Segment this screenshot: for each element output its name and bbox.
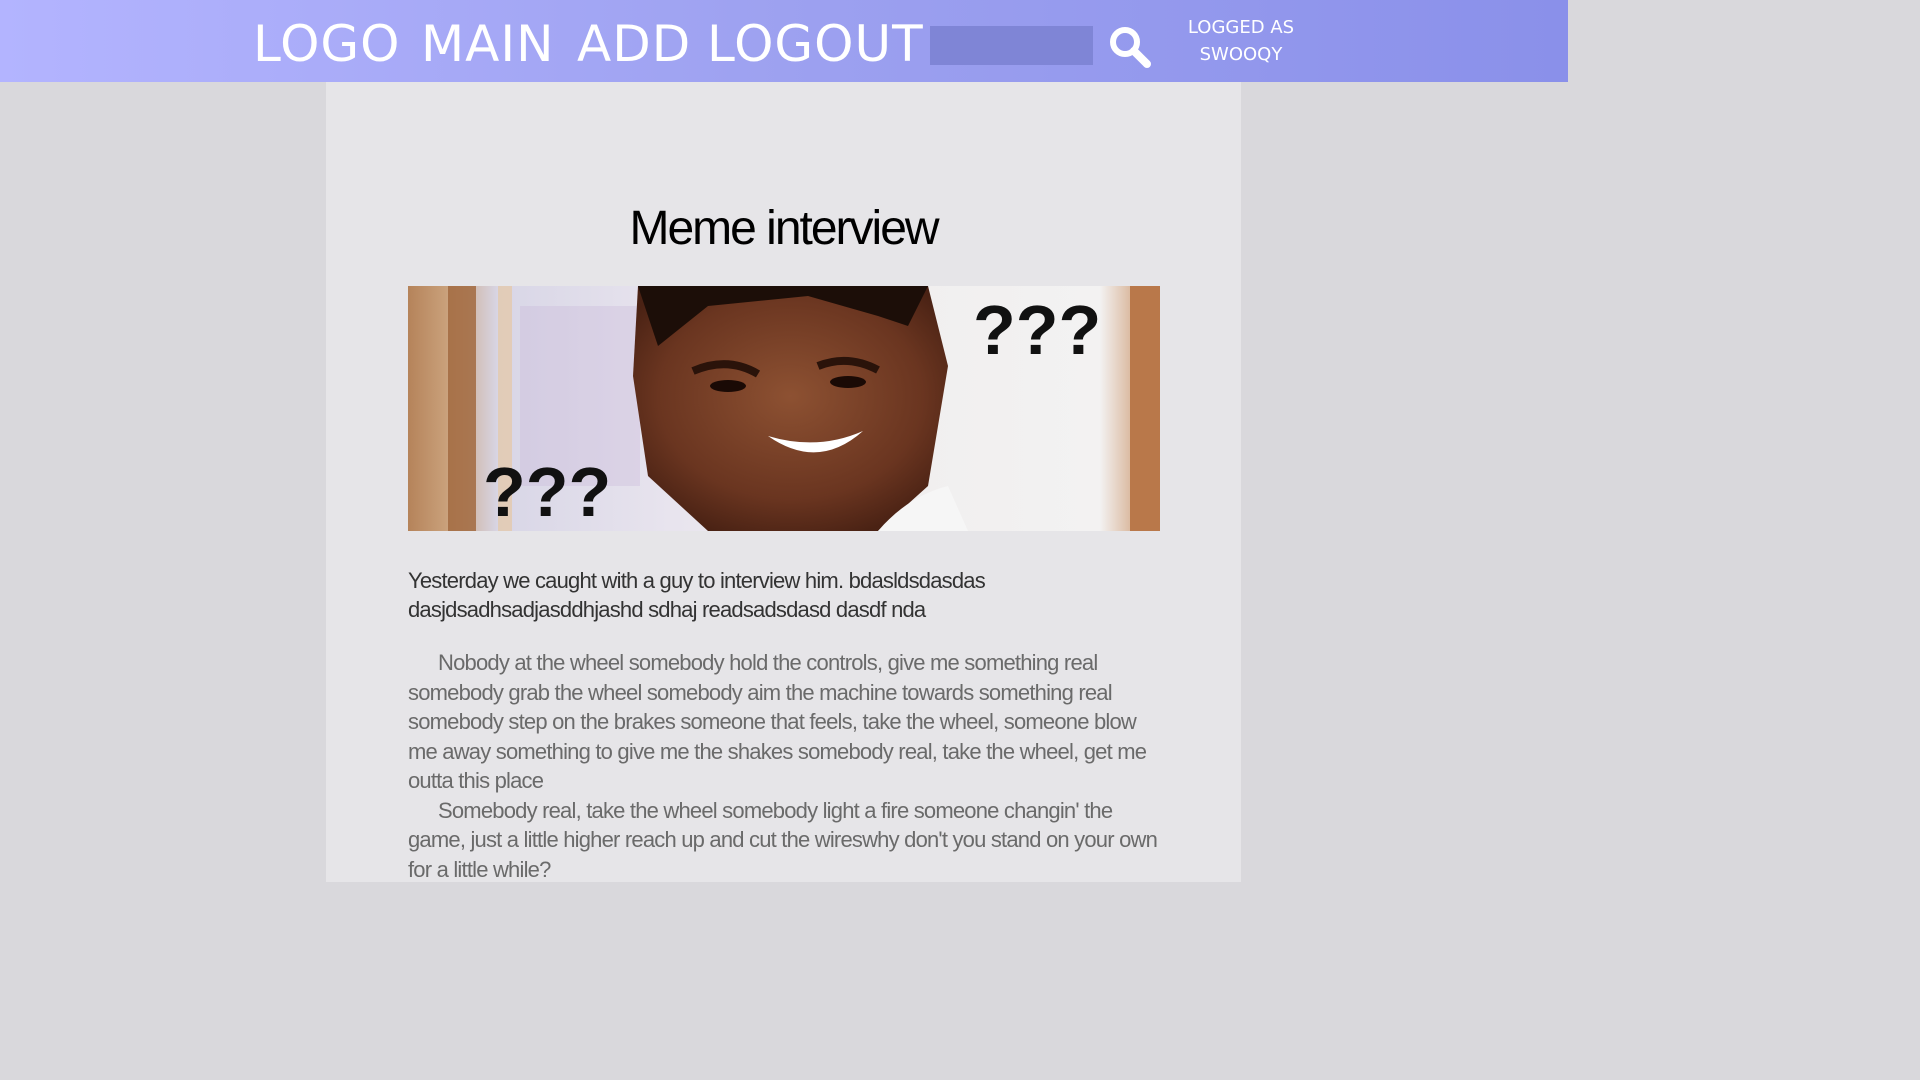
- search-input[interactable]: [930, 26, 1093, 65]
- logged-in-user: LOGGED AS SWOOQY: [1172, 14, 1310, 68]
- article-paragraph: Somebody real, take the wheel somebody l…: [408, 797, 1158, 882]
- question-marks-top: ???: [973, 291, 1101, 369]
- meme-image: ??? ???: [408, 286, 1160, 531]
- nav-main-link[interactable]: MAIN: [421, 14, 555, 74]
- search-button[interactable]: [1107, 24, 1153, 70]
- article-container: Meme interview ??? ??? Yesterday we caug…: [326, 82, 1241, 882]
- article-lead: Yesterday we caught with a guy to interv…: [408, 568, 986, 622]
- logo-link[interactable]: LOGO: [253, 14, 401, 74]
- article-title: Meme interview: [629, 202, 939, 255]
- logged-as-label: LOGGED AS: [1187, 17, 1295, 38]
- article-image: ??? ???: [408, 286, 1160, 531]
- article-paragraph: Nobody at the wheel somebody hold the co…: [408, 650, 1147, 793]
- search-icon: [1110, 27, 1151, 68]
- username: SWOOQY: [1199, 44, 1283, 65]
- top-navigation-bar: LOGO MAIN ADD LOGOUT LOGGED AS SWOOQY: [0, 0, 1568, 82]
- nav-add-link[interactable]: ADD: [577, 14, 691, 74]
- question-marks-bottom: ???: [483, 453, 611, 531]
- nav-logout-link[interactable]: LOGOUT: [707, 14, 924, 74]
- article-body: Nobody at the wheel somebody hold the co…: [408, 648, 1168, 884]
